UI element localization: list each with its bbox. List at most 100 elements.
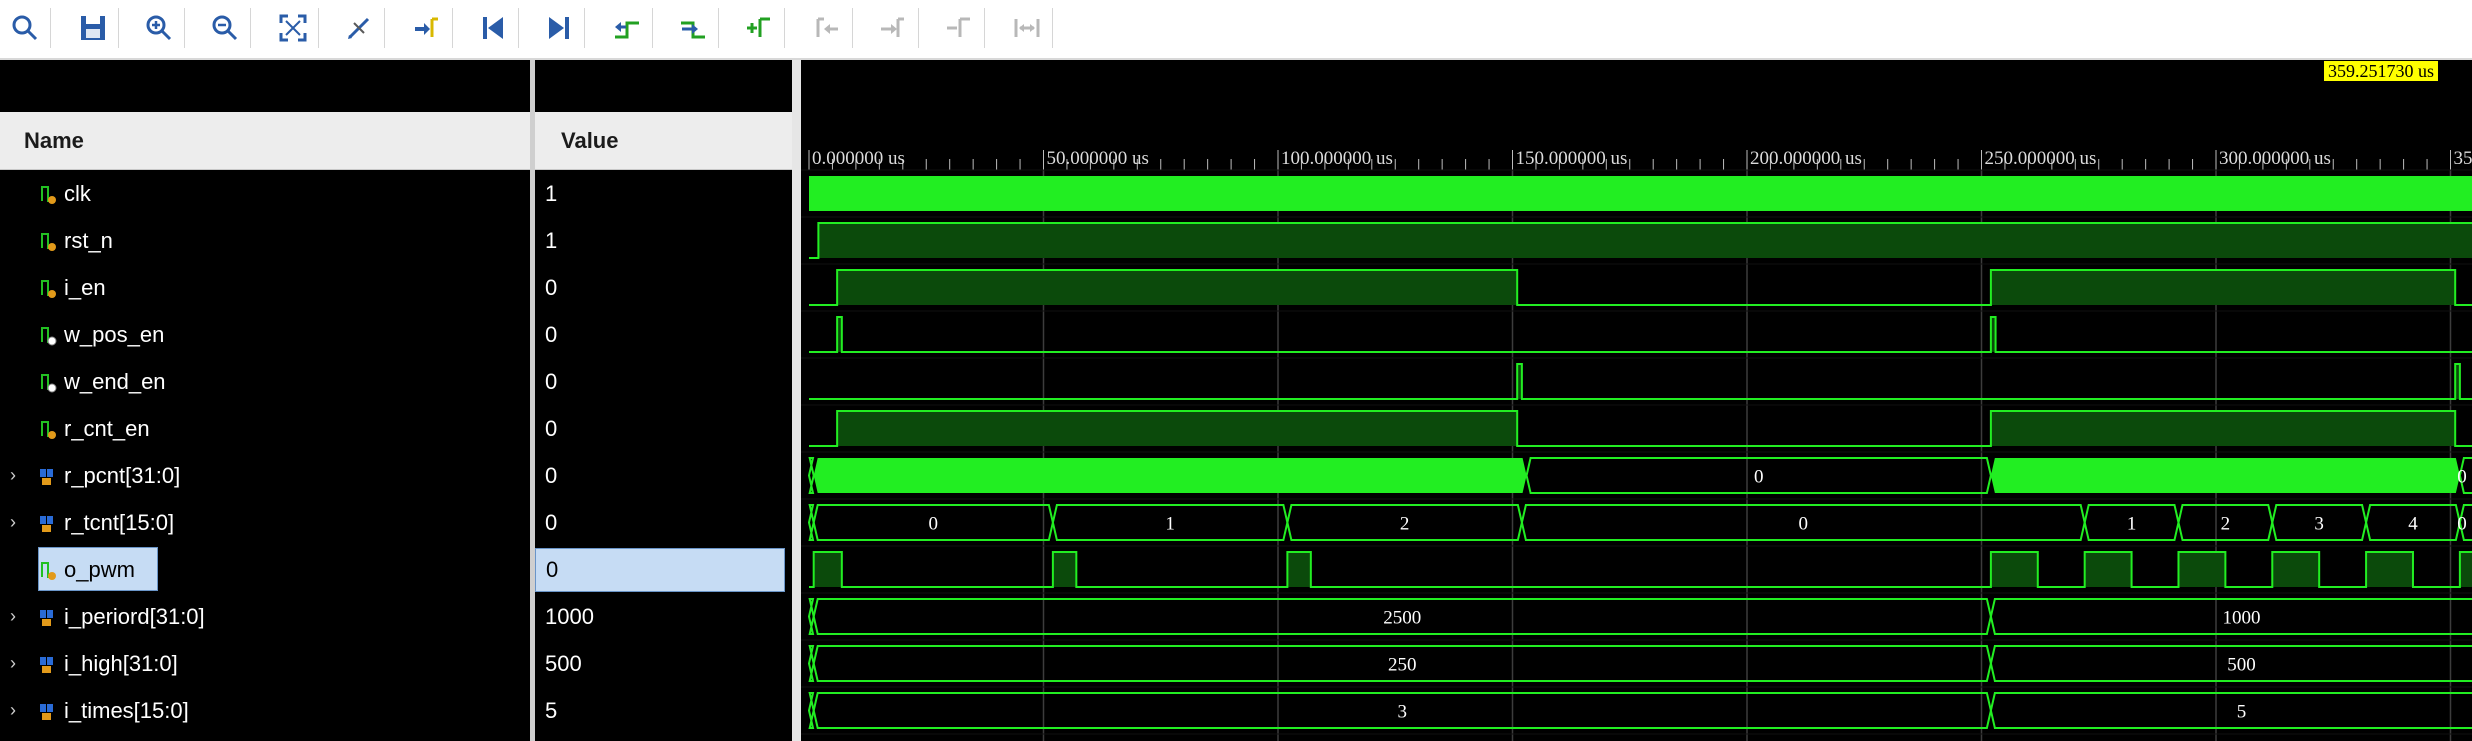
signal-row-r-pcnt[interactable]: › r_pcnt[31:0] <box>0 452 530 499</box>
i_times-segment <box>1989 692 2472 729</box>
expand-chevron-icon[interactable]: › <box>10 512 26 533</box>
r_tcnt-segment-label: 1 <box>1165 514 1175 535</box>
zoom-out-button[interactable] <box>206 9 244 47</box>
swap-cursors-button[interactable] <box>940 9 978 47</box>
signal-name: r_cnt_en <box>64 415 150 441</box>
signal-value-row-i-en[interactable]: 0 <box>535 264 792 311</box>
time-tick-label: 250.000000 us <box>1985 148 2097 169</box>
signal-row-w-end-en[interactable]: w_end_en <box>0 358 530 405</box>
signal-name: w_pos_en <box>64 321 165 347</box>
bus-signal-icon <box>38 698 60 724</box>
expand-chevron-icon[interactable]: › <box>10 653 26 674</box>
signal-name: rst_n <box>64 227 113 253</box>
signal-value-row-o-pwm[interactable]: 0 <box>535 546 792 593</box>
signal-row-r-cnt-en[interactable]: r_cnt_en <box>0 405 530 452</box>
go-to-cursor-button[interactable] <box>340 9 378 47</box>
o_pwm-high-fill <box>2459 552 2472 587</box>
r_pcnt-segment <box>807 457 815 494</box>
signal-value-row-w-pos-en[interactable]: 0 <box>535 311 792 358</box>
zoom-out-icon <box>212 15 238 41</box>
o_pwm-high-fill <box>1287 552 1311 587</box>
signal-value: 5 <box>545 697 558 723</box>
signal-value: 0 <box>545 274 558 300</box>
wire-signal-icon <box>38 557 60 583</box>
search-button[interactable] <box>6 9 44 47</box>
i_en-high-fill <box>837 270 1518 305</box>
signal-value-row-i-times[interactable]: 5 <box>535 687 792 734</box>
r_cnt_en-high-fill <box>837 411 1518 446</box>
signal-value: 1 <box>545 227 558 253</box>
go-to-time-zero-button[interactable] <box>408 9 446 47</box>
signal-value-row-r-cnt-en[interactable]: 0 <box>535 405 792 452</box>
time-tick-label: 350 <box>2454 148 2472 169</box>
waveform-toolbar <box>0 0 2472 60</box>
value-column-label: Value <box>561 127 619 153</box>
o_pwm-high-fill <box>2272 552 2320 587</box>
next-marker-button[interactable] <box>874 9 912 47</box>
rst_n-high-fill <box>818 223 2472 258</box>
signal-row-rst-n[interactable]: rst_n <box>0 217 530 264</box>
r_tcnt-segment-label: 2 <box>2221 514 2231 535</box>
previous-transition-icon <box>615 21 639 39</box>
go-to-end-button[interactable] <box>540 9 578 47</box>
snap-to-transition-button[interactable] <box>1008 9 1046 47</box>
signal-value: 0 <box>535 547 785 592</box>
r_tcnt-segment-label: 0 <box>929 514 939 535</box>
expand-chevron-icon[interactable]: › <box>10 606 26 627</box>
waveform-canvas[interactable]: 0.000000 us 50.000000 us 100.000000 us 150.… <box>801 60 2472 741</box>
signal-value-row-i-high[interactable]: 500 <box>535 640 792 687</box>
wire-signal-icon <box>38 181 60 207</box>
signal-name: i_times[15:0] <box>64 697 189 723</box>
signal-value-row-clk[interactable]: 1 <box>535 170 792 217</box>
signal-name: w_end_en <box>64 368 166 394</box>
signal-row-w-pos-en[interactable]: w_pos_en <box>0 311 530 358</box>
next-marker-icon <box>881 17 904 37</box>
previous-marker-icon <box>816 17 838 37</box>
save-button[interactable] <box>74 9 112 47</box>
waveform-area[interactable]: 0.000000 us 50.000000 us 100.000000 us 150.… <box>801 60 2472 741</box>
signal-row-o-pwm[interactable]: o_pwm <box>0 546 530 593</box>
signal-name-panel: Name clk rst_n i_en w_pos_en w_end_en r_cnt_e… <box>0 60 530 741</box>
r_pcnt-segment-label: 0 <box>1754 467 1764 488</box>
signal-value-panel: Value 1 1 0 0 0 0 0 0 0 1000 500 5 <box>535 60 792 741</box>
time-tick-label: 300.000000 us <box>2219 148 2331 169</box>
signal-row-clk[interactable]: clk <box>0 170 530 217</box>
signal-name: clk <box>64 180 91 206</box>
expand-chevron-icon[interactable]: › <box>10 465 26 486</box>
signal-row-i-high[interactable]: › i_high[31:0] <box>0 640 530 687</box>
signal-value-row-rst-n[interactable]: 1 <box>535 217 792 264</box>
go-to-start-button[interactable] <box>474 9 512 47</box>
go-to-end-icon <box>549 17 569 39</box>
signal-row-i-en[interactable]: i_en <box>0 264 530 311</box>
previous-transition-button[interactable] <box>608 9 646 47</box>
signal-value-row-w-end-en[interactable]: 0 <box>535 358 792 405</box>
signal-row-i-times[interactable]: › i_times[15:0] <box>0 687 530 734</box>
signal-value-row-r-pcnt[interactable]: 0 <box>535 452 792 499</box>
value-column-header[interactable]: Value <box>535 112 792 170</box>
zoom-fit-button[interactable] <box>274 9 312 47</box>
signal-value-row-r-tcnt[interactable]: 0 <box>535 499 792 546</box>
signal-value: 1000 <box>545 603 594 629</box>
bus-signal-icon <box>38 463 60 489</box>
i_high-segment-label: 500 <box>2227 655 2256 676</box>
zoom-in-icon <box>146 15 172 41</box>
previous-marker-button[interactable] <box>808 9 846 47</box>
add-marker-button[interactable] <box>740 9 778 47</box>
i_high-segment-label: 250 <box>1388 655 1417 676</box>
r_pcnt-segment-label: 0 <box>2457 467 2467 488</box>
r_tcnt-segment-label: 2 <box>1400 514 1410 535</box>
signal-value: 1 <box>545 180 558 206</box>
next-transition-button[interactable] <box>674 9 712 47</box>
signal-value: 0 <box>545 415 558 441</box>
swap-cursors-icon <box>947 17 970 37</box>
signal-name: o_pwm <box>64 556 135 582</box>
signal-value-row-i-periord[interactable]: 1000 <box>535 593 792 640</box>
name-column-header[interactable]: Name <box>0 112 530 170</box>
cursor-time-label[interactable]: 359.251730 us <box>2324 61 2439 81</box>
expand-chevron-icon[interactable]: › <box>10 700 26 721</box>
signal-row-i-periord[interactable]: › i_periord[31:0] <box>0 593 530 640</box>
signal-row-r-tcnt[interactable]: › r_tcnt[15:0] <box>0 499 530 546</box>
wave-splitter[interactable] <box>792 60 801 741</box>
zoom-fit-icon <box>279 14 307 42</box>
zoom-in-button[interactable] <box>140 9 178 47</box>
